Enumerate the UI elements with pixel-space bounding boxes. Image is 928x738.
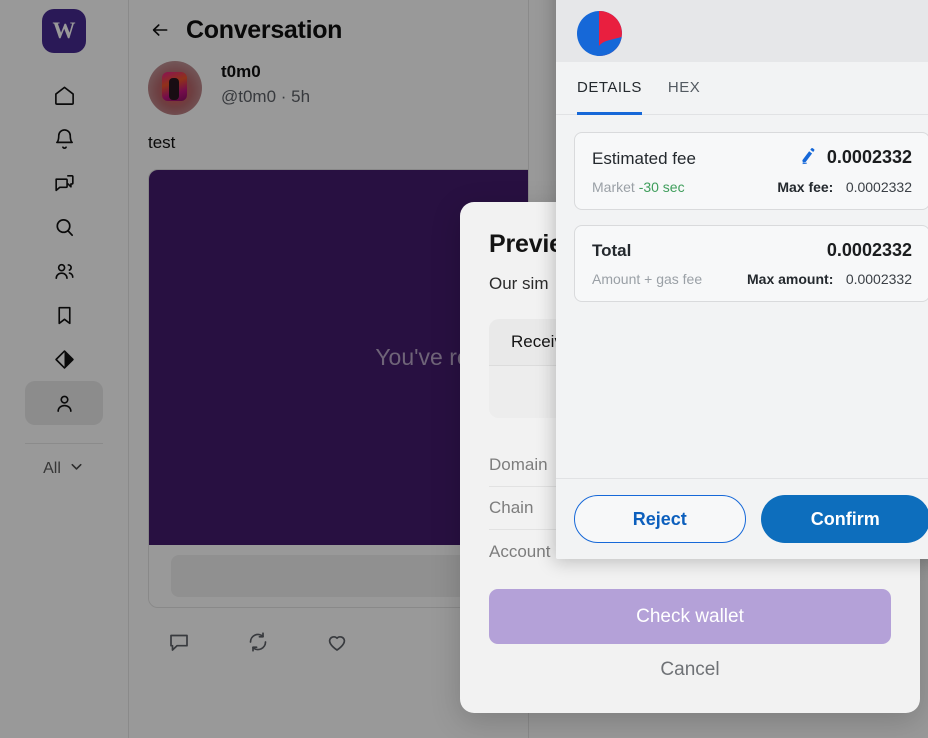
estimated-fee-value: 0.0002332 (826, 147, 912, 167)
fee-speed-label: Market (592, 179, 635, 195)
max-amount-value: 0.0002332 (845, 271, 912, 287)
wallet-popup-footer: Reject Confirm (556, 478, 928, 559)
wallet-tabs: DETAILS HEX (556, 62, 928, 115)
reject-button[interactable]: Reject (574, 495, 746, 543)
confirm-button[interactable]: Confirm (760, 495, 928, 543)
wallet-extension-popup: DETAILS HEX Estimated fee 0.0002332 Mark… (556, 0, 928, 559)
total-card: Total 0.0002332 Amount + gas fee Max amo… (574, 225, 928, 302)
total-sub-label: Amount + gas fee (592, 271, 703, 287)
pencil-icon[interactable] (799, 146, 819, 169)
tab-hex[interactable]: HEX (668, 62, 700, 115)
max-amount-label: Max amount: (747, 271, 834, 287)
estimated-fee-card: Estimated fee 0.0002332 Market -30 sec M… (574, 132, 928, 210)
preview-row-domain-label: Domain (489, 455, 548, 474)
max-fee-value: 0.0002332 (845, 179, 912, 195)
fee-speed-time: -30 sec (638, 179, 685, 195)
total-value: 0.0002332 (826, 240, 912, 260)
preview-row-chain-label: Chain (489, 498, 534, 517)
max-fee-label: Max fee: (777, 179, 834, 195)
wallet-popup-header (556, 0, 928, 62)
metamask-circle-logo-icon (577, 11, 622, 56)
total-label: Total (592, 241, 632, 260)
wallet-popup-body: Estimated fee 0.0002332 Market -30 sec M… (556, 115, 928, 478)
estimated-fee-label: Estimated fee (592, 149, 696, 168)
preview-row-account-label: Account (489, 541, 551, 561)
tab-details[interactable]: DETAILS (577, 62, 642, 115)
cancel-button[interactable]: Cancel (489, 659, 891, 681)
check-wallet-button[interactable]: Check wallet (489, 589, 891, 644)
